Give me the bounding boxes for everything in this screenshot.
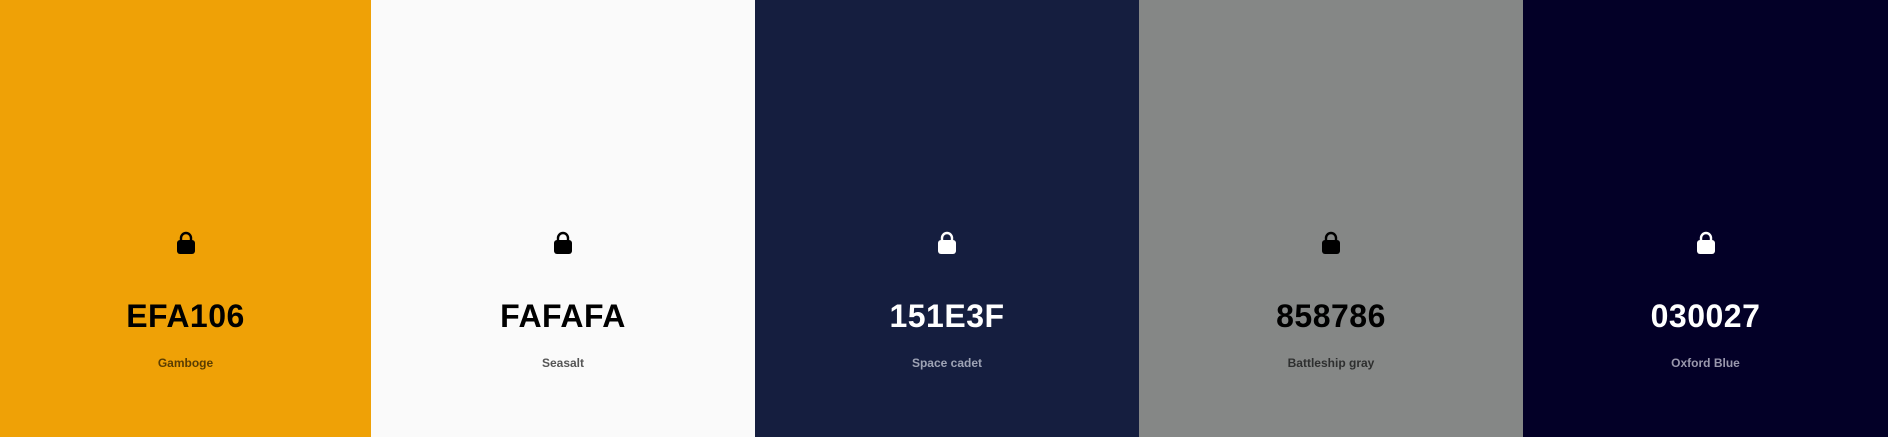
color-swatch-space-cadet[interactable]: 151E3F Space cadet bbox=[755, 0, 1139, 437]
color-swatch-gamboge[interactable]: EFA106 Gamboge bbox=[0, 0, 371, 437]
color-palette: EFA106 Gamboge FAFAFA Seasalt 151E3F Spa… bbox=[0, 0, 1888, 437]
hex-code[interactable]: 858786 bbox=[1139, 296, 1523, 336]
color-swatch-battleship-gray[interactable]: 858786 Battleship gray bbox=[1139, 0, 1523, 437]
hex-code[interactable]: FAFAFA bbox=[371, 296, 755, 336]
lock-icon[interactable] bbox=[1696, 231, 1716, 254]
color-swatch-seasalt[interactable]: FAFAFA Seasalt bbox=[371, 0, 755, 437]
color-name[interactable]: Battleship gray bbox=[1139, 355, 1523, 371]
color-name[interactable]: Seasalt bbox=[371, 355, 755, 371]
color-name[interactable]: Space cadet bbox=[755, 355, 1139, 371]
hex-code[interactable]: 151E3F bbox=[755, 296, 1139, 336]
lock-icon[interactable] bbox=[176, 231, 196, 254]
color-swatch-oxford-blue[interactable]: 030027 Oxford Blue bbox=[1523, 0, 1888, 437]
color-name[interactable]: Oxford Blue bbox=[1523, 355, 1888, 371]
lock-icon[interactable] bbox=[937, 231, 957, 254]
lock-icon[interactable] bbox=[553, 231, 573, 254]
hex-code[interactable]: EFA106 bbox=[0, 296, 371, 336]
color-name[interactable]: Gamboge bbox=[0, 355, 371, 371]
lock-icon[interactable] bbox=[1321, 231, 1341, 254]
hex-code[interactable]: 030027 bbox=[1523, 296, 1888, 336]
